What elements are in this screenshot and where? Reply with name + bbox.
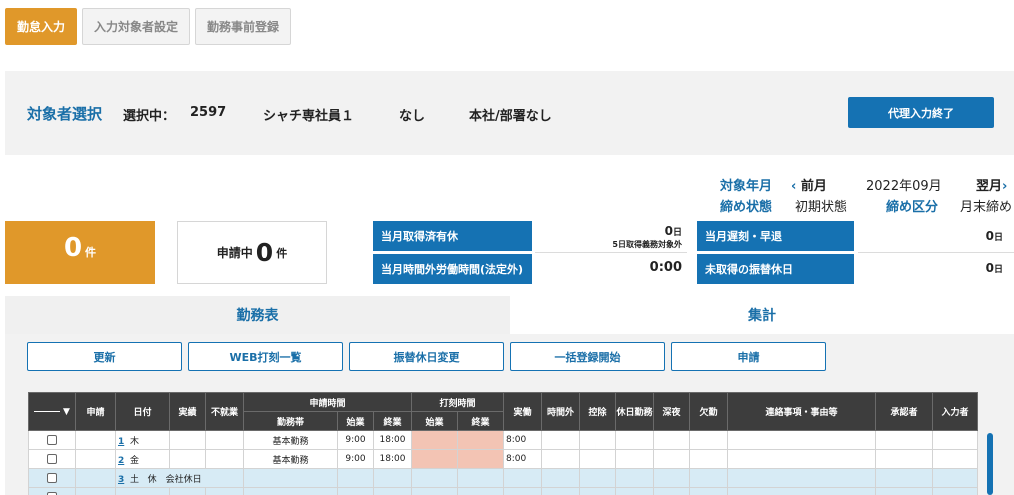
header-start: 始業 <box>337 411 374 431</box>
substitute-holiday-label: 未取得の振替休日 <box>697 254 854 284</box>
table-row: 2 金 基本勤務 9:00 18:00 8:00 <box>28 449 978 469</box>
selected-label: 選択中： <box>123 109 176 124</box>
punch-start-cell <box>411 430 458 450</box>
chevron-right-icon: › <box>1002 179 1008 194</box>
header-date: 日付 <box>115 392 170 431</box>
late-early-label: 当月遅刻・早退 <box>697 221 854 251</box>
divider <box>858 252 1014 253</box>
alert-count-box[interactable]: 0 件 <box>5 221 155 284</box>
day-link[interactable]: 2 <box>118 456 124 466</box>
top-tabs: 勤怠入力 入力対象者設定 勤務事前登録 <box>5 8 292 45</box>
alert-count: 0 <box>63 233 83 263</box>
header-end: 終業 <box>373 411 412 431</box>
start-cell: 9:00 <box>337 430 374 450</box>
closing-status-label: 締め状態 <box>720 200 773 215</box>
refresh-button[interactable]: 更新 <box>27 342 182 371</box>
next-month-link[interactable]: 翌月› <box>976 175 1007 194</box>
pending-label: 申請中 <box>216 246 253 260</box>
employee-note: なし <box>399 109 426 124</box>
employee-id: 2597 <box>190 105 227 120</box>
header-overtime: 時間外 <box>541 392 580 431</box>
web-punch-list-button[interactable]: WEB打刻一覧 <box>188 342 343 371</box>
substitute-holiday-value: 0日 <box>985 261 1003 275</box>
proxy-end-button[interactable]: 代理入力終了 <box>848 97 994 128</box>
shift-cell: 基本勤務 <box>243 430 338 450</box>
start-cell: 9:00 <box>337 449 374 469</box>
closing-type-value: 月末締め <box>960 200 1013 215</box>
table-scrollbar[interactable] <box>987 433 993 495</box>
header-punch-start: 始業 <box>411 411 458 431</box>
tab-attendance-input[interactable]: 勤怠入力 <box>5 8 78 45</box>
overtime-value: 0:00 <box>649 260 682 275</box>
header-night: 深夜 <box>653 392 690 431</box>
punch-start-cell <box>411 449 458 469</box>
end-cell: 18:00 <box>373 430 412 450</box>
header-apply: 申請 <box>75 392 116 431</box>
view-tabs: 勤務表 集計 <box>5 296 1014 334</box>
closing-type-label: 締め区分 <box>886 200 939 215</box>
pending-unit: 件 <box>276 246 288 260</box>
row-checkbox[interactable] <box>47 472 57 483</box>
day-link[interactable]: 1 <box>118 437 124 447</box>
paid-leave-note: 5日取得義務対象外 <box>612 240 682 249</box>
weekday: 土 <box>130 474 140 485</box>
header-no-work: 不就業 <box>205 392 244 431</box>
chevron-down-icon: ▼ <box>63 406 70 417</box>
tab-timesheet[interactable]: 勤務表 <box>5 296 510 334</box>
header-work: 実働 <box>503 392 542 431</box>
punch-end-cell <box>457 430 504 450</box>
tab-target-settings[interactable]: 入力対象者設定 <box>82 8 191 45</box>
paid-leave-label: 当月取得済有休 <box>373 221 532 251</box>
bulk-registration-button[interactable]: 一括登録開始 <box>510 342 665 371</box>
target-title: 対象者選択 <box>27 105 103 123</box>
table-row: 1 木 基本勤務 9:00 18:00 8:00 <box>28 430 978 450</box>
target-panel: 対象者選択 選択中： 2597 シャチ専社員１ なし 本社/部署なし 代理入力終… <box>5 71 1014 155</box>
weekday: 金 <box>130 455 140 466</box>
sort-header[interactable]: ▼ <box>28 392 76 431</box>
header-shift: 勤務帯 <box>243 411 338 431</box>
chevron-left-icon: ‹ <box>791 179 797 194</box>
weekday: 木 <box>130 436 140 447</box>
end-cell: 18:00 <box>373 449 412 469</box>
overtime-label: 当月時間外労働時間(法定外) <box>373 254 532 284</box>
table-row <box>28 487 978 495</box>
header-inputter: 入力者 <box>932 392 978 431</box>
alert-count-unit: 件 <box>85 246 97 259</box>
header-punch-time: 打刻時間 <box>411 392 504 412</box>
table-row: 3 土 休 会社休日 <box>28 468 978 488</box>
employee-name: シャチ専社員１ <box>263 109 355 124</box>
punch-end-cell <box>457 449 504 469</box>
prev-month-link[interactable]: ‹ 前月 <box>791 175 827 194</box>
divider <box>535 252 687 253</box>
header-apply-time: 申請時間 <box>243 392 412 412</box>
timesheet-table: ▼ 申請 日付 実績 不就業 申請時間 打刻時間 実働 時間外 控除 休日勤務 … <box>28 392 978 495</box>
row-checkbox[interactable] <box>47 453 57 464</box>
tab-advance-registration[interactable]: 勤務事前登録 <box>195 8 292 45</box>
header-remarks: 連絡事項・事由等 <box>727 392 876 431</box>
paid-leave-value: 0日 <box>664 224 682 238</box>
header-holiday-work: 休日勤務 <box>615 392 654 431</box>
shift-cell: 基本勤務 <box>243 449 338 469</box>
header-absence: 欠勤 <box>689 392 728 431</box>
header-actual: 実績 <box>169 392 206 431</box>
holiday-kind: 休 会社休日 <box>147 474 202 485</box>
pending-count: 0 <box>255 238 274 267</box>
row-checkbox[interactable] <box>47 434 57 445</box>
tab-summary[interactable]: 集計 <box>510 296 1014 334</box>
work-cell: 8:00 <box>503 449 542 469</box>
header-approver: 承認者 <box>875 392 933 431</box>
header-deduction: 控除 <box>579 392 616 431</box>
substitute-holiday-change-button[interactable]: 振替休日変更 <box>349 342 504 371</box>
work-cell: 8:00 <box>503 430 542 450</box>
target-month-label: 対象年月 <box>720 179 773 194</box>
target-month-value: 2022年09月 <box>866 179 942 194</box>
closing-status-value: 初期状態 <box>795 200 848 215</box>
pending-count-box[interactable]: 申請中 0 件 <box>177 221 327 284</box>
late-early-value: 0日 <box>985 229 1003 243</box>
header-punch-end: 終業 <box>457 411 504 431</box>
employee-department: 本社/部署なし <box>469 109 552 124</box>
apply-button[interactable]: 申請 <box>671 342 826 371</box>
day-link[interactable]: 3 <box>118 475 124 485</box>
